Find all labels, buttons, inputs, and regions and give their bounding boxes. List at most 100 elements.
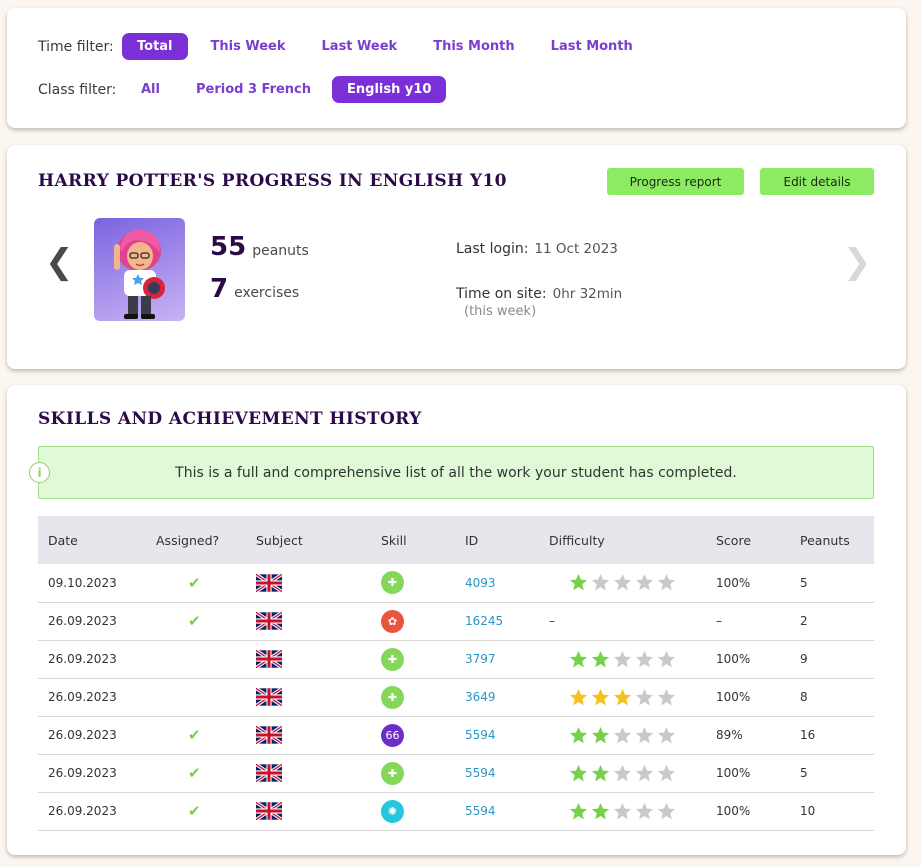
checkmark-icon: ✔ — [188, 802, 201, 820]
star-icon — [591, 574, 610, 591]
star-icon — [613, 574, 632, 591]
time-on-site-label: Time on site: — [456, 286, 547, 302]
exercise-id-link[interactable]: 4093 — [465, 576, 496, 590]
class-filter-label: Class filter: — [38, 81, 117, 98]
progress-report-button[interactable]: Progress report — [607, 168, 744, 195]
exercise-id-link[interactable]: 5594 — [465, 728, 496, 742]
student-profile-card: HARRY POTTER'S PROGRESS IN ENGLISH Y10 P… — [7, 145, 906, 369]
exercise-id-link[interactable]: 3649 — [465, 690, 496, 704]
class-filter-english-y10[interactable]: English y10 — [332, 76, 447, 103]
info-notice: i This is a full and comprehensive list … — [29, 446, 874, 499]
previous-student-arrow[interactable]: ❮ — [45, 245, 74, 279]
time-filter-last-month[interactable]: Last Month — [536, 33, 648, 60]
star-icon — [613, 802, 632, 819]
table-row: 26.09.2023 ✔ ✺ 5594 100% 10 — [38, 792, 874, 831]
puzzle-icon: ✚ — [381, 647, 404, 671]
cell-score: 100% — [706, 754, 790, 793]
next-student-arrow[interactable]: ❯ — [843, 245, 872, 279]
avatar-illustration — [114, 229, 165, 319]
edit-details-button[interactable]: Edit details — [760, 168, 874, 195]
cell-assigned — [146, 640, 246, 679]
cell-date: 26.09.2023 — [38, 678, 146, 717]
exercise-id-link[interactable]: 16245 — [465, 614, 503, 628]
exercises-count: 7 — [210, 274, 229, 304]
cell-score: 100% — [706, 564, 790, 603]
last-login-value: 11 Oct 2023 — [534, 241, 618, 257]
star-icon — [657, 764, 676, 781]
time-on-site-value: 0hr 32min — [552, 286, 623, 302]
star-icon — [657, 574, 676, 591]
cell-peanuts: 8 — [790, 678, 874, 717]
col-skill: Skill — [381, 532, 407, 548]
cell-date: 26.09.2023 — [38, 716, 146, 755]
table-row: 09.10.2023 ✔ ✚ 4093 100% 5 — [38, 564, 874, 603]
cell-difficulty — [539, 640, 706, 679]
cell-id: 5594 — [455, 792, 539, 831]
cell-assigned: ✔ — [146, 564, 246, 603]
cell-score: 100% — [706, 792, 790, 831]
table-row: 26.09.2023 ✚ 3797 100% 9 — [38, 640, 874, 679]
table-row: 26.09.2023 ✔ ✚ 5594 100% 5 — [38, 754, 874, 793]
star-icon — [569, 802, 588, 819]
star-icon — [569, 764, 588, 781]
star-icon — [657, 726, 676, 743]
star-icon — [613, 764, 632, 781]
cell-score: 89% — [706, 716, 790, 755]
star-icon — [613, 688, 632, 705]
star-icon — [591, 802, 610, 819]
star-icon — [635, 802, 654, 819]
cell-id: 3797 — [455, 640, 539, 679]
info-icon: i — [29, 462, 50, 483]
exercise-id-link[interactable]: 3797 — [465, 652, 496, 666]
history-table: Date Assigned? Subject Skill ID Difficul… — [38, 516, 874, 831]
exercise-id-link[interactable]: 5594 — [465, 766, 496, 780]
checkmark-icon: ✔ — [188, 726, 201, 744]
star-icon — [657, 802, 676, 819]
time-filter-this-month[interactable]: This Month — [418, 33, 529, 60]
cell-subject — [246, 716, 371, 755]
table-row: 26.09.2023 ✚ 3649 100% 8 — [38, 678, 874, 717]
cell-skill: ✺ — [371, 792, 455, 831]
cell-id: 4093 — [455, 564, 539, 603]
brain-icon: ✿ — [381, 609, 404, 633]
cell-score: – — [706, 602, 790, 641]
class-filter-period-3-french[interactable]: Period 3 French — [181, 76, 326, 103]
star-icon — [635, 764, 654, 781]
exercises-stat: 7 exercises — [210, 274, 299, 304]
cell-date: 26.09.2023 — [38, 754, 146, 793]
cell-skill: ✚ — [371, 678, 455, 717]
page-title: HARRY POTTER'S PROGRESS IN ENGLISH Y10 — [38, 171, 507, 191]
lightbulb-icon: ✺ — [381, 799, 404, 823]
peanuts-count: 55 — [210, 232, 247, 262]
time-on-site-note: (this week) — [464, 304, 537, 319]
col-subject: Subject — [256, 532, 303, 548]
last-login-label: Last login: — [456, 241, 529, 257]
difficulty-stars — [569, 650, 676, 669]
star-icon — [569, 726, 588, 743]
class-filter-all[interactable]: All — [122, 76, 175, 103]
exercise-id-link[interactable]: 5594 — [465, 804, 496, 818]
uk-flag-icon — [256, 686, 282, 708]
exercises-unit: exercises — [234, 285, 300, 301]
time-filter-last-week[interactable]: Last Week — [307, 33, 413, 60]
cell-difficulty — [539, 792, 706, 831]
cell-assigned: ✔ — [146, 754, 246, 793]
cell-peanuts: 10 — [790, 792, 874, 831]
cell-id: 16245 — [455, 602, 539, 641]
cell-subject — [246, 678, 371, 717]
star-icon — [657, 688, 676, 705]
cell-difficulty — [539, 754, 706, 793]
cell-subject — [246, 602, 371, 641]
uk-flag-icon — [256, 648, 282, 670]
star-icon — [569, 650, 588, 667]
cell-skill: ✚ — [371, 754, 455, 793]
cell-score: 100% — [706, 678, 790, 717]
cell-difficulty: – — [539, 602, 706, 641]
time-filter-this-week[interactable]: This Week — [196, 33, 301, 60]
puzzle-icon: ✚ — [381, 761, 404, 785]
cell-peanuts: 16 — [790, 716, 874, 755]
time-filter-total[interactable]: Total — [122, 33, 188, 60]
star-icon — [635, 688, 654, 705]
cell-peanuts: 2 — [790, 602, 874, 641]
cell-id: 3649 — [455, 678, 539, 717]
